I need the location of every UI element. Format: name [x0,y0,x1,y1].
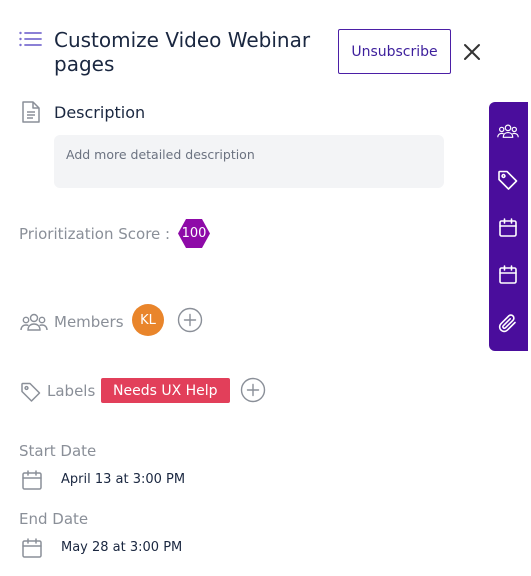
members-label: Members [54,313,124,331]
paperclip-icon[interactable] [497,312,519,334]
label-chip[interactable]: Needs UX Help [101,378,230,403]
members-icon[interactable] [497,120,519,142]
calendar-icon[interactable] [497,264,519,286]
unsubscribe-button[interactable]: Unsubscribe [338,29,451,74]
avatar[interactable]: KL [132,304,164,336]
labels-label: Labels [47,382,96,400]
prioritization-score-badge: 100 [177,218,211,249]
close-icon[interactable] [460,40,484,64]
document-icon [20,100,42,124]
add-member-button[interactable] [177,307,203,333]
start-date-label: Start Date [19,442,97,460]
add-label-button[interactable] [240,377,266,403]
calendar-icon[interactable] [497,217,519,239]
end-date-label: End Date [19,510,89,528]
calendar-icon [21,469,43,491]
start-date-value[interactable]: April 13 at 3:00 PM [61,472,185,487]
tag-icon[interactable] [497,169,519,191]
checklist-icon [18,30,44,50]
description-heading: Description [54,103,146,122]
members-icon [20,311,48,333]
calendar-icon [21,537,43,559]
right-toolbar [489,102,528,351]
prioritization-score-value: 100 [181,226,207,241]
description-input[interactable]: Add more detailed description [54,135,444,188]
end-date-value[interactable]: May 28 at 3:00 PM [61,540,182,555]
card-title: Customize Video Webinar pages [54,28,311,76]
prioritization-label: Prioritization Score : [19,225,171,243]
tag-icon [20,381,42,403]
